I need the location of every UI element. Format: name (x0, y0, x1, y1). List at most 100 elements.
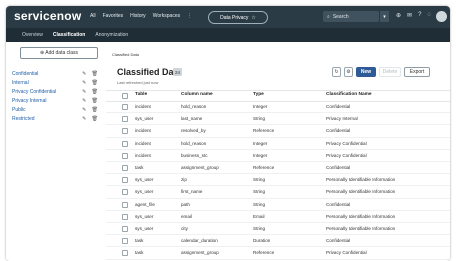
table-cell-classification: Confidential (326, 238, 351, 244)
table-cell-type: String (253, 226, 266, 231)
breadcrumb[interactable]: Classified Data (112, 52, 139, 57)
row-checkbox[interactable] (122, 189, 128, 196)
table-cell-column-name: path (181, 201, 190, 207)
sidebar-item-privacy-confidential[interactable]: Privacy Confidential ✎ 🗑 (12, 88, 104, 96)
table-cell-column-name: zip (181, 177, 187, 183)
table-cell-table[interactable]: agent_file (135, 202, 155, 207)
table-cell-type: Duration (253, 238, 271, 244)
table-cell-column-name: last_name (181, 116, 203, 122)
row-checkbox[interactable] (122, 226, 128, 232)
row-checkbox[interactable] (122, 116, 128, 123)
row-checkbox[interactable] (122, 165, 128, 171)
tab-classification[interactable]: Classification (53, 32, 86, 38)
data-class-sidebar: ⊕ Add data class Confidential ✎ 🗑 Intern… (6, 42, 107, 261)
new-button[interactable]: New (356, 67, 376, 77)
table-cell-table[interactable]: sys_user (135, 177, 153, 182)
edit-delete-icons[interactable]: ✎ 🗑 (82, 89, 100, 95)
table-header (106, 90, 450, 102)
table-cell-table[interactable]: sys_user (135, 214, 153, 219)
table-cell-table[interactable]: incident (135, 141, 151, 146)
row-checkbox[interactable] (122, 140, 128, 147)
row-checkbox[interactable] (122, 213, 128, 220)
column-header-column-name[interactable]: Column name (181, 92, 213, 97)
nav-workspaces[interactable]: Workspaces (153, 13, 180, 19)
row-checkbox[interactable] (122, 128, 128, 135)
row-divider (106, 161, 450, 162)
edit-delete-icons[interactable]: ✎ 🗑 (82, 98, 100, 104)
sidebar-item-label: Internal (12, 80, 29, 86)
sidebar-item-privacy-internal[interactable]: Privacy Internal ✎ 🗑 (12, 97, 104, 105)
nav-favorites[interactable]: Favorites (103, 13, 124, 19)
table-cell-table[interactable]: sys_user (135, 226, 153, 231)
global-search-input[interactable]: ⌕ Search (323, 11, 379, 22)
row-checkbox[interactable] (122, 152, 128, 159)
sidebar-item-label: Privacy Internal (12, 98, 47, 104)
column-header-table[interactable]: Table (135, 92, 147, 97)
notifications-icon[interactable]: ◌ (427, 12, 431, 19)
table-cell-table[interactable]: sys_user (135, 189, 153, 194)
settings-icon[interactable]: ⚙ (344, 67, 353, 77)
nav-all[interactable]: All (90, 13, 96, 19)
edit-delete-icons[interactable]: ✎ 🗑 (82, 116, 100, 122)
table-cell-table[interactable]: incident (135, 104, 151, 109)
table-cell-classification: Personally Identifiable Information (326, 226, 396, 231)
sidebar-item-internal[interactable]: Internal ✎ 🗑 (12, 79, 104, 87)
table-cell-type: String (253, 189, 266, 195)
column-header-classification-name[interactable]: Classification Name (326, 92, 372, 97)
edit-delete-icons[interactable]: ✎ 🗑 (82, 107, 100, 113)
table-cell-table[interactable]: task (135, 238, 143, 243)
table-cell-type: Reference (253, 250, 275, 256)
row-divider (106, 173, 450, 175)
search-scope-dropdown[interactable]: ▾ (380, 11, 389, 22)
sidebar-item-confidential[interactable]: Confidential ✎ 🗑 (12, 70, 104, 78)
table-cell-classification: Privacy Confidential (326, 250, 367, 256)
table-cell-table[interactable]: task (135, 165, 143, 170)
app-scope-label: Data Privacy (220, 14, 249, 21)
table-cell-classification: Personally Identifiable Information (326, 177, 396, 183)
chat-icon[interactable]: ✉ (407, 12, 412, 19)
edit-delete-icons[interactable]: ✎ 🗑 (82, 71, 100, 77)
sidebar-item-label: Public (12, 107, 26, 113)
sidebar-item-restricted[interactable]: Restricted ✎ 🗑 (12, 115, 104, 123)
tab-anonymization[interactable]: Anonymization (95, 32, 128, 38)
row-divider (106, 185, 450, 187)
nav-history[interactable]: History (130, 13, 146, 19)
row-checkbox[interactable] (122, 250, 128, 257)
table-cell-column-name: hold_reason (181, 140, 207, 146)
table-cell-table[interactable]: incident (135, 153, 151, 158)
globe-icon[interactable]: ⊕ (396, 12, 401, 19)
help-icon[interactable]: ? (418, 12, 421, 19)
search-placeholder: Search (332, 13, 349, 20)
table-cell-type: Email (253, 213, 265, 219)
table-cell-type: Integer (253, 152, 268, 158)
delete-button[interactable]: Delete (379, 67, 401, 77)
tab-overview[interactable]: Overview (22, 32, 43, 38)
table-cell-table[interactable]: sys_user (135, 116, 153, 121)
row-checkbox[interactable] (122, 104, 128, 110)
row-divider (106, 197, 450, 199)
servicenow-logo[interactable]: servicenow (14, 9, 81, 23)
export-button[interactable]: Export (404, 67, 430, 77)
sidebar-item-public[interactable]: Public ✎ 🗑 (12, 106, 104, 114)
app-scope-pill[interactable]: Data Privacy ☆ (208, 11, 268, 24)
column-header-type[interactable]: Type (253, 92, 264, 97)
refresh-icon[interactable]: ↻ (332, 67, 341, 77)
table-cell-table[interactable]: task (135, 250, 143, 255)
add-data-class-button[interactable]: ⊕ Add data class (20, 47, 98, 59)
table-cell-table[interactable]: incident (135, 128, 151, 133)
row-checkbox[interactable] (122, 238, 128, 245)
star-icon[interactable]: ☆ (251, 15, 255, 21)
row-checkbox[interactable] (122, 201, 128, 208)
row-checkbox[interactable] (122, 177, 128, 184)
edit-delete-icons[interactable]: ✎ 🗑 (82, 80, 100, 86)
avatar[interactable] (436, 11, 447, 22)
page-title: Classified Data (117, 67, 182, 77)
nav-more[interactable]: ⋮ (187, 13, 192, 19)
table-cell-classification: Personally Identifiable Information (326, 213, 396, 219)
table-cell-column-name: first_name (181, 189, 203, 195)
top-navigation-bar: servicenow All Favorites History Workspa… (6, 6, 450, 28)
sidebar-item-label: Confidential (12, 71, 39, 77)
table-cell-column-name: calendar_duration (181, 238, 218, 244)
table-cell-column-name: resolved_by (181, 128, 206, 134)
select-all-checkbox[interactable] (122, 93, 128, 99)
